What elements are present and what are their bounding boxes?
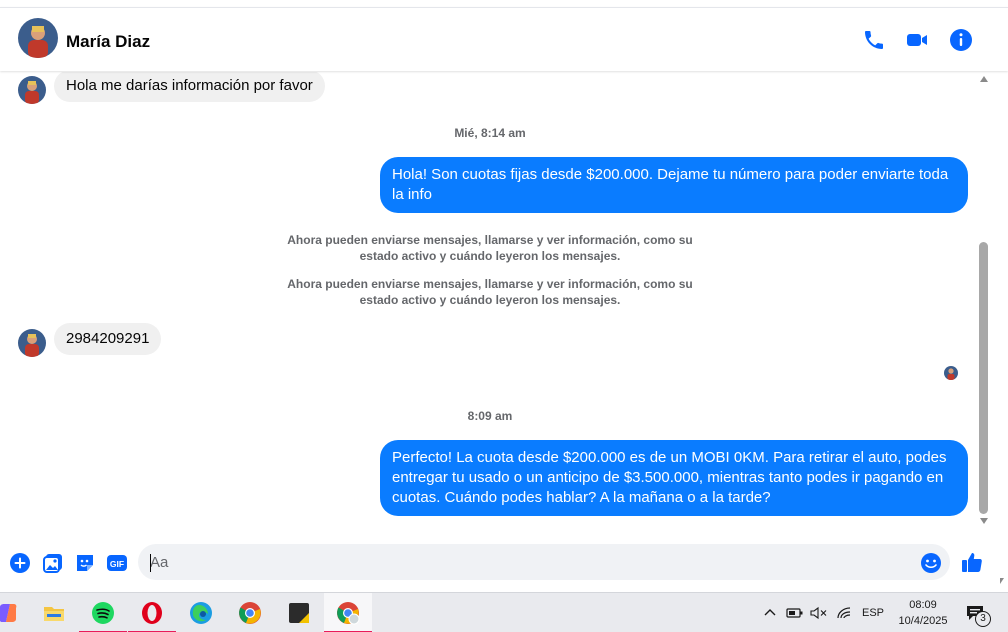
system-notice: Ahora pueden enviarse mensajes, llamarse… — [287, 277, 693, 307]
wifi-icon[interactable] — [836, 593, 852, 632]
battery-icon[interactable] — [786, 593, 804, 632]
system-notice: Ahora pueden enviarse mensajes, llamarse… — [287, 233, 693, 263]
gif-icon[interactable]: GIF — [106, 552, 128, 574]
speaker-muted-icon[interactable] — [810, 593, 828, 632]
message-input[interactable] — [138, 544, 950, 580]
spotify-icon[interactable] — [79, 593, 127, 632]
incoming-message[interactable]: Hola me darías información por favor — [54, 72, 325, 102]
clock-time: 08:09 — [909, 599, 937, 611]
contact-avatar-small[interactable] — [18, 329, 46, 357]
thumbs-up-icon[interactable] — [960, 550, 984, 574]
text-caret — [150, 554, 151, 572]
tray-chevron-up-icon[interactable] — [763, 593, 777, 632]
scroll-thumb[interactable] — [979, 242, 988, 514]
system-clock[interactable]: 08:09 10/4/2025 — [880, 597, 966, 629]
emoji-icon[interactable] — [920, 552, 942, 574]
timestamp: Mié, 8:14 am — [454, 126, 526, 140]
file-explorer-icon[interactable] — [30, 593, 78, 632]
chrome-profile-icon[interactable] — [324, 593, 372, 632]
notification-count-badge: 3 — [975, 611, 991, 627]
incoming-message[interactable]: 2984209291 — [54, 323, 162, 355]
video-camera-icon[interactable] — [905, 28, 929, 52]
messenger-window: María Diaz Hola me darías información po… — [0, 0, 1008, 632]
sticker-icon[interactable] — [74, 552, 96, 574]
edge-icon[interactable] — [177, 593, 225, 632]
conversation-scrollbar[interactable] — [976, 72, 992, 530]
message-list: Hola me darías información por favor Mié… — [0, 72, 976, 530]
outgoing-message[interactable]: Hola! Son cuotas fijas desde $200.000. D… — [380, 157, 968, 213]
svg-text:GIF: GIF — [110, 559, 124, 569]
info-icon[interactable] — [949, 28, 973, 52]
contact-avatar[interactable] — [18, 18, 58, 58]
plus-icon[interactable] — [9, 552, 31, 574]
scroll-down-arrow-icon[interactable] — [980, 518, 988, 524]
copilot-icon[interactable] — [0, 593, 32, 632]
chrome-icon[interactable] — [226, 593, 274, 632]
contact-avatar-small[interactable] — [18, 76, 46, 104]
timestamp: 8:09 am — [467, 409, 513, 423]
clock-date: 10/4/2025 — [898, 615, 948, 627]
outgoing-message[interactable]: Perfecto! La cuota desde $200.000 es de … — [380, 440, 968, 516]
sticky-notes-icon[interactable] — [275, 593, 323, 632]
message-composer: GIF — [0, 536, 1000, 588]
phone-icon[interactable] — [862, 28, 886, 52]
contact-name[interactable]: María Diaz — [66, 32, 150, 52]
opera-icon[interactable] — [128, 593, 176, 632]
scroll-up-arrow-icon[interactable] — [980, 76, 988, 82]
chat-header: María Diaz — [0, 7, 1008, 71]
windows-taskbar: ESP 08:09 10/4/2025 — [0, 592, 1008, 632]
seen-receipt-avatar — [944, 366, 958, 380]
photo-icon[interactable] — [42, 552, 64, 574]
